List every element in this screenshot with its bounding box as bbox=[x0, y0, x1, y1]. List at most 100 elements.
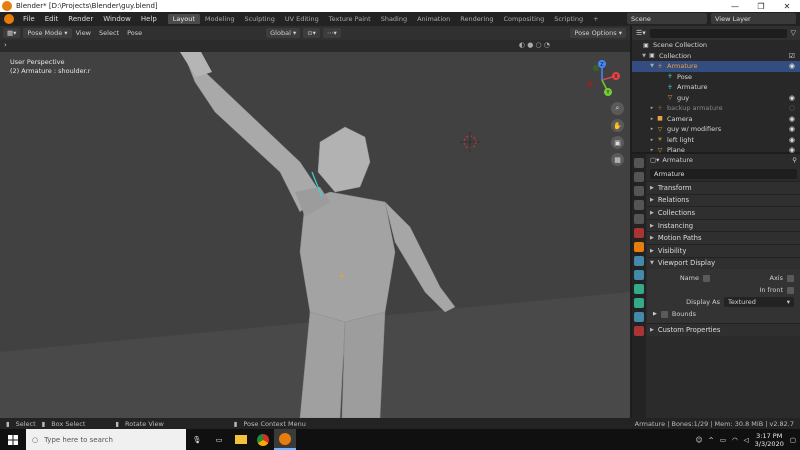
menu-file[interactable]: File bbox=[18, 15, 40, 23]
outliner-row[interactable]: ☥ Armature bbox=[632, 82, 800, 93]
pan-hand-icon[interactable]: ✋ bbox=[611, 119, 624, 132]
menu-edit[interactable]: Edit bbox=[40, 15, 64, 23]
eye-icon[interactable]: ◉ bbox=[789, 115, 795, 123]
bounds-checkbox[interactable] bbox=[660, 310, 668, 318]
eye-icon[interactable]: ◉ bbox=[789, 125, 795, 133]
panel-collections[interactable]: ▶ Collections bbox=[647, 206, 800, 219]
world-tab-icon[interactable] bbox=[634, 228, 644, 238]
tab-shading[interactable]: Shading bbox=[376, 14, 412, 24]
scene-selector[interactable]: Scene bbox=[627, 13, 707, 24]
outliner-row[interactable]: ▸ ☥ backup armature ◌ bbox=[632, 103, 800, 114]
camera-view-icon[interactable]: ▣ bbox=[611, 136, 624, 149]
minimize-button[interactable]: — bbox=[722, 2, 748, 11]
axis-checkbox[interactable] bbox=[787, 274, 794, 282]
zoom-icon[interactable]: ⌕ bbox=[611, 102, 624, 115]
menu-help[interactable]: Help bbox=[136, 15, 162, 23]
output-tab-icon[interactable] bbox=[634, 186, 644, 196]
outliner-row[interactable]: ▼ ☥ Armature ◉ bbox=[632, 61, 800, 72]
panel-relations[interactable]: ▶ Relations bbox=[647, 193, 800, 207]
pose-options-button[interactable]: Pose Options ▾ bbox=[570, 28, 626, 38]
render-tab-icon[interactable] bbox=[634, 172, 644, 182]
outliner-row[interactable]: ▸ ▽ guy w/ modifiers ◉ bbox=[632, 124, 800, 135]
toolbar-toggle-icon[interactable]: › bbox=[4, 41, 7, 49]
windows-start-icon[interactable] bbox=[0, 429, 26, 450]
mode-selector[interactable]: Pose Mode ▾ bbox=[23, 28, 72, 38]
menu-pose[interactable]: Pose bbox=[123, 29, 146, 37]
object-tab-icon[interactable] bbox=[634, 242, 644, 252]
tab-texture-paint[interactable]: Texture Paint bbox=[324, 14, 376, 24]
outliner-row[interactable]: ▽ guy ◉ bbox=[632, 93, 800, 104]
menu-view[interactable]: View bbox=[72, 29, 95, 37]
chrome-icon[interactable] bbox=[252, 429, 274, 450]
menu-select[interactable]: Select bbox=[95, 29, 123, 37]
maximize-button[interactable]: ❐ bbox=[748, 2, 774, 11]
tab-layout[interactable]: Layout bbox=[167, 14, 200, 24]
tab-rendering[interactable]: Rendering bbox=[455, 14, 498, 24]
panel-visibility[interactable]: ▶ Visibility bbox=[647, 243, 800, 257]
people-icon[interactable]: ☺ bbox=[696, 436, 703, 444]
snap-button[interactable]: ⋯▾ bbox=[322, 28, 341, 38]
taskbar-search-input[interactable]: ○ Type here to search bbox=[26, 429, 186, 450]
armature-data-tab-icon[interactable] bbox=[634, 298, 644, 308]
chevron-up-icon[interactable]: ^ bbox=[708, 436, 713, 444]
blender-menu-icon[interactable] bbox=[4, 14, 14, 24]
3d-viewport[interactable]: User Perspective (2) Armature : shoulder… bbox=[0, 52, 630, 418]
blender-taskbar-icon[interactable] bbox=[274, 429, 296, 450]
eye-icon[interactable]: ◉ bbox=[789, 62, 795, 70]
tab-uv-editing[interactable]: UV Editing bbox=[280, 14, 324, 24]
notifications-icon[interactable]: ▢ bbox=[790, 436, 796, 444]
tab-animation[interactable]: Animation bbox=[412, 14, 455, 24]
panel-transform[interactable]: ▶ Transform bbox=[647, 181, 800, 194]
file-explorer-icon[interactable] bbox=[230, 429, 252, 450]
in-front-checkbox[interactable] bbox=[787, 286, 794, 294]
transform-orientation-selector[interactable]: Global ▾ bbox=[266, 28, 301, 38]
menu-render[interactable]: Render bbox=[63, 15, 98, 23]
eye-icon[interactable]: ◉ bbox=[789, 94, 795, 102]
view-layer-selector[interactable]: View Layer bbox=[711, 13, 796, 24]
navigation-gizmo[interactable]: X Y Z bbox=[582, 60, 622, 100]
outliner-row[interactable]: ▸ ■ Camera ◉ bbox=[632, 114, 800, 125]
viewport-shading-icons[interactable]: ◐ ● ○ ◔ bbox=[519, 41, 550, 49]
view-layer-tab-icon[interactable] bbox=[634, 200, 644, 210]
display-as-dropdown[interactable]: Textured ▾ bbox=[724, 297, 794, 308]
physics-tab-icon[interactable] bbox=[634, 270, 644, 280]
scene-tab-icon[interactable] bbox=[634, 214, 644, 224]
add-workspace-icon[interactable]: + bbox=[588, 14, 603, 24]
outliner-editor-icon[interactable]: ☰▾ bbox=[636, 29, 646, 37]
pivot-point-button[interactable]: ⊙▾ bbox=[303, 28, 320, 38]
texture-tab-icon[interactable] bbox=[634, 326, 644, 336]
filter-icon[interactable]: ▽ bbox=[791, 29, 796, 37]
editor-type-button[interactable]: ▦▾ bbox=[3, 28, 21, 38]
outliner-row[interactable]: ▣ Scene Collection bbox=[632, 40, 800, 51]
tab-scripting[interactable]: Scripting bbox=[549, 14, 588, 24]
bone-tab-icon[interactable] bbox=[634, 312, 644, 322]
ortho-grid-icon[interactable]: ▦ bbox=[611, 153, 624, 166]
outliner-row[interactable]: ▸ ☀ left light ◉ bbox=[632, 135, 800, 146]
pin-icon[interactable]: ⚲ bbox=[792, 156, 797, 164]
outliner-search-input[interactable] bbox=[649, 28, 787, 38]
tab-modeling[interactable]: Modeling bbox=[200, 14, 240, 24]
object-name-field[interactable]: Armature bbox=[650, 169, 797, 179]
panel-motion-paths[interactable]: ▶ Motion Paths bbox=[647, 231, 800, 244]
outliner-row[interactable]: ☥ Pose bbox=[632, 72, 800, 83]
close-button[interactable]: ✕ bbox=[774, 2, 800, 11]
tab-compositing[interactable]: Compositing bbox=[498, 14, 549, 24]
constraints-tab-icon[interactable] bbox=[634, 284, 644, 294]
volume-icon[interactable]: ◁ bbox=[744, 436, 749, 444]
microphone-icon[interactable]: 🎙 bbox=[186, 429, 208, 450]
panel-instancing[interactable]: ▶ Instancing bbox=[647, 218, 800, 232]
checkbox-icon[interactable]: ☑ bbox=[789, 52, 795, 60]
task-view-icon[interactable]: ▭ bbox=[208, 429, 230, 450]
panel-custom-properties[interactable]: ▶ Custom Properties bbox=[647, 323, 800, 336]
tab-sculpting[interactable]: Sculpting bbox=[239, 14, 279, 24]
menu-window[interactable]: Window bbox=[98, 15, 136, 23]
outliner-row[interactable]: ▼ ▣ Collection ☑ bbox=[632, 51, 800, 62]
tool-tab-icon[interactable] bbox=[634, 158, 644, 168]
modifier-tab-icon[interactable] bbox=[634, 256, 644, 266]
eye-hidden-icon[interactable]: ◌ bbox=[789, 104, 795, 112]
clock[interactable]: 3:17 PM 3/3/2020 bbox=[755, 432, 784, 448]
panel-viewport-display[interactable]: ▼ Viewport Display bbox=[647, 256, 800, 270]
eye-icon[interactable]: ◉ bbox=[789, 136, 795, 144]
name-checkbox[interactable] bbox=[703, 274, 710, 282]
wifi-icon[interactable]: ◠ bbox=[732, 436, 738, 444]
